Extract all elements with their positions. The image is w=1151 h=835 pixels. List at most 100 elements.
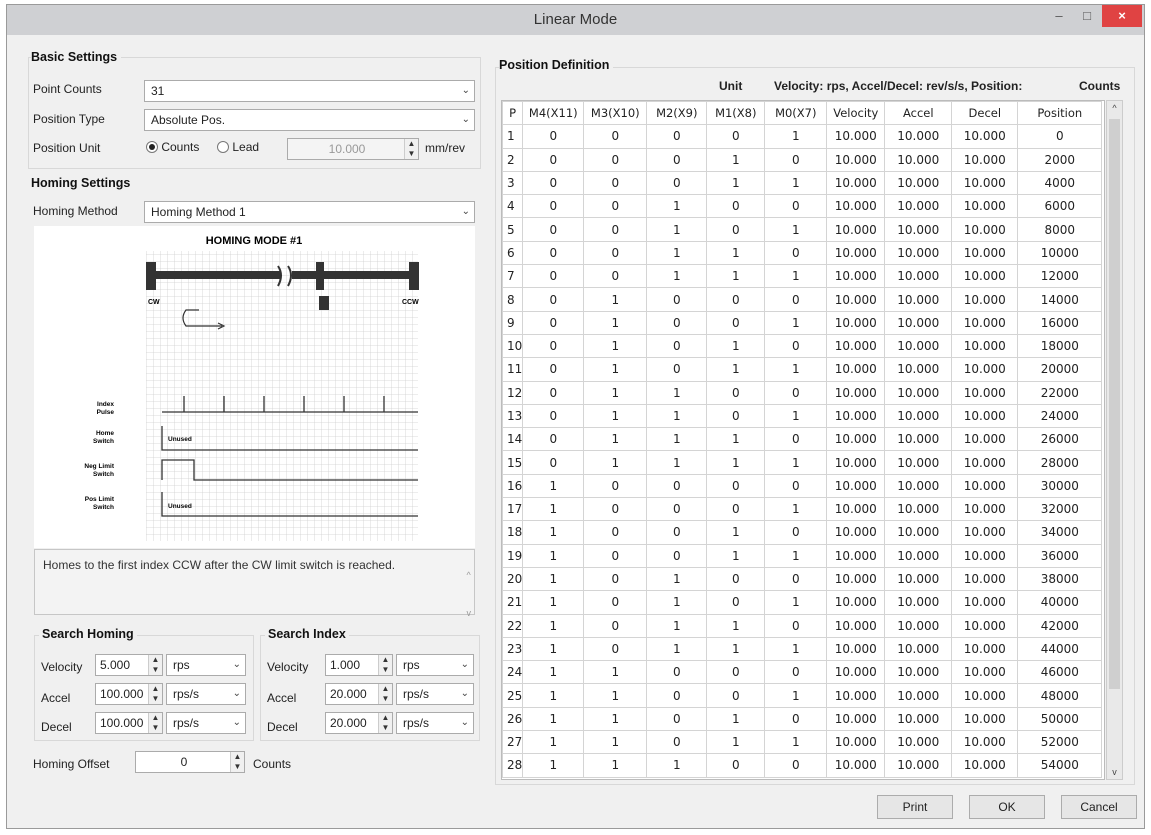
table-cell[interactable]: 1: [583, 403, 648, 429]
table-cell[interactable]: 10.000: [884, 194, 953, 219]
table-cell[interactable]: 0: [583, 170, 648, 196]
table-cell[interactable]: 10.000: [951, 473, 1019, 499]
table-cell[interactable]: 10.000: [826, 310, 886, 335]
table-cell[interactable]: 10.000: [826, 730, 886, 755]
table-cell[interactable]: 1: [706, 427, 766, 452]
table-cell[interactable]: 0: [522, 357, 585, 382]
table-cell[interactable]: 14000: [1017, 287, 1103, 312]
table-cell[interactable]: 10.000: [884, 287, 953, 312]
table-row[interactable]: 26 1 1 0 1 0 10.000 10.000 10.000 50000: [502, 706, 1103, 732]
table-cell[interactable]: 0: [646, 473, 708, 499]
scroll-up-icon[interactable]: ^: [1107, 103, 1122, 113]
table-row[interactable]: 10 0 1 0 1 0 10.000 10.000 10.000 18000: [502, 333, 1103, 359]
si-decel-input[interactable]: 20.000 ▲ ▼: [325, 712, 393, 734]
table-cell[interactable]: 10.000: [951, 450, 1019, 475]
close-button[interactable]: ×: [1102, 5, 1142, 27]
table-row[interactable]: 11 0 1 0 1 1 10.000 10.000 10.000 20000: [502, 357, 1103, 382]
table-cell[interactable]: 10.000: [884, 636, 953, 662]
table-cell[interactable]: 10.000: [884, 310, 953, 335]
table-row[interactable]: 3 0 0 0 1 1 10.000 10.000 10.000 4000: [502, 170, 1103, 196]
table-cell[interactable]: 10.000: [884, 566, 953, 592]
table-cell[interactable]: 10.000: [951, 613, 1019, 638]
table-cell[interactable]: 10.000: [884, 520, 953, 545]
table-cell[interactable]: 1: [646, 636, 708, 662]
table-cell[interactable]: 8000: [1017, 217, 1103, 242]
table-cell[interactable]: 26000: [1017, 427, 1103, 452]
table-scrollbar[interactable]: ^ v: [1106, 100, 1123, 780]
table-cell[interactable]: 10.000: [826, 450, 886, 475]
table-cell[interactable]: 1: [583, 427, 648, 452]
table-cell[interactable]: 10.000: [951, 753, 1019, 778]
table-cell[interactable]: 1: [583, 730, 648, 755]
minimize-button[interactable]: –: [1046, 5, 1072, 27]
table-cell[interactable]: 0: [522, 380, 585, 405]
table-cell[interactable]: 1: [522, 683, 585, 708]
table-cell[interactable]: 1: [764, 543, 828, 568]
table-cell[interactable]: 0: [583, 543, 648, 568]
table-cell[interactable]: 1: [706, 147, 766, 172]
table-cell[interactable]: 10.000: [951, 403, 1019, 429]
table-cell[interactable]: 1: [646, 590, 708, 615]
table-cell[interactable]: 10.000: [826, 427, 886, 452]
table-cell[interactable]: 10.000: [951, 124, 1019, 149]
table-cell[interactable]: 1: [522, 520, 585, 545]
table-row[interactable]: 8 0 1 0 0 0 10.000 10.000 10.000 14000: [502, 287, 1103, 312]
table-cell[interactable]: 10.000: [826, 287, 886, 312]
table-row[interactable]: 14 0 1 1 1 0 10.000 10.000 10.000 26000: [502, 427, 1103, 452]
table-cell[interactable]: 0: [583, 473, 648, 499]
table-cell[interactable]: 1: [646, 613, 708, 638]
table-cell[interactable]: 0: [706, 590, 766, 615]
table-cell[interactable]: 0: [522, 147, 585, 172]
table-cell[interactable]: 0: [583, 124, 648, 149]
table-cell[interactable]: 1: [706, 706, 766, 732]
table-cell[interactable]: 1: [646, 450, 708, 475]
table-cell[interactable]: 10.000: [951, 590, 1019, 615]
table-cell[interactable]: 52000: [1017, 730, 1103, 755]
table-cell[interactable]: 34000: [1017, 520, 1103, 545]
table-cell[interactable]: 0: [646, 147, 708, 172]
si-velocity-input[interactable]: 1.000 ▲ ▼: [325, 654, 393, 676]
spin-arrows-icon[interactable]: ▲ ▼: [378, 655, 392, 675]
sh-decel-input[interactable]: 100.000 ▲ ▼: [95, 712, 163, 734]
table-cell[interactable]: 1: [646, 380, 708, 405]
point-counts-select[interactable]: 31 ⌄: [144, 80, 475, 102]
table-cell[interactable]: 0: [522, 264, 585, 289]
table-cell[interactable]: 10.000: [826, 264, 886, 289]
table-cell[interactable]: 0: [522, 240, 585, 266]
table-cell[interactable]: 1: [646, 427, 708, 452]
table-cell[interactable]: 10.000: [826, 147, 886, 172]
table-row[interactable]: 6 0 0 1 1 0 10.000 10.000 10.000 10000: [502, 240, 1103, 266]
table-cell[interactable]: 10.000: [951, 520, 1019, 545]
table-cell[interactable]: 10.000: [884, 333, 953, 359]
table-cell[interactable]: 10.000: [826, 403, 886, 429]
table-cell[interactable]: 0: [764, 240, 828, 266]
table-cell[interactable]: 10.000: [884, 473, 953, 499]
table-cell[interactable]: 0: [522, 124, 585, 149]
table-cell[interactable]: 0: [1017, 124, 1103, 149]
si-accel-unit-select[interactable]: rps/s ⌄: [396, 683, 474, 705]
table-cell[interactable]: 10.000: [884, 264, 953, 289]
table-cell[interactable]: 10.000: [884, 217, 953, 242]
table-cell[interactable]: 1: [646, 264, 708, 289]
table-cell[interactable]: 10.000: [951, 310, 1019, 335]
table-cell[interactable]: 1: [764, 310, 828, 335]
table-cell[interactable]: 10.000: [884, 497, 953, 522]
table-cell[interactable]: 1: [583, 706, 648, 732]
table-cell[interactable]: 10.000: [951, 147, 1019, 172]
table-cell[interactable]: 0: [583, 497, 648, 522]
table-cell[interactable]: 0: [764, 520, 828, 545]
sh-accel-unit-select[interactable]: rps/s ⌄: [166, 683, 246, 705]
table-cell[interactable]: 10.000: [884, 357, 953, 382]
table-cell[interactable]: 1: [764, 403, 828, 429]
table-cell[interactable]: 1: [706, 520, 766, 545]
ok-button[interactable]: OK: [969, 795, 1045, 819]
table-cell[interactable]: 10.000: [884, 730, 953, 755]
table-cell[interactable]: 1: [764, 217, 828, 242]
table-cell[interactable]: 10.000: [951, 730, 1019, 755]
table-cell[interactable]: 0: [522, 403, 585, 429]
table-cell[interactable]: 1: [706, 450, 766, 475]
table-cell[interactable]: 0: [706, 380, 766, 405]
table-cell[interactable]: 0: [706, 287, 766, 312]
table-cell[interactable]: 1: [583, 333, 648, 359]
table-cell[interactable]: 40000: [1017, 590, 1103, 615]
